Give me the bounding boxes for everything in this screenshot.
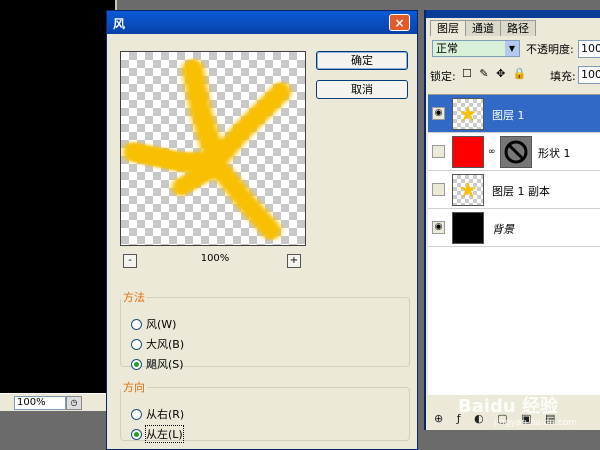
link-icon: ∞ (488, 147, 496, 157)
layer-thumbnail (452, 174, 484, 206)
radio-from-right[interactable] (131, 408, 142, 420)
layer-row[interactable]: ◉ 图层 1 (428, 95, 600, 133)
layer-name: 背景 (492, 223, 514, 236)
zoom-out-button[interactable]: - (123, 254, 137, 268)
status-menu-icon[interactable]: ◷ (66, 396, 82, 410)
lock-icons[interactable]: ☐ ✎ ✥ 🔒 (462, 67, 528, 80)
document-zoom-field[interactable]: 100% (14, 396, 66, 410)
close-button[interactable]: × (389, 14, 410, 31)
layer-thumbnail (452, 98, 484, 130)
watermark: Baidu 经验 (458, 396, 559, 417)
wind-star-preview (123, 59, 291, 240)
eye-icon[interactable] (432, 183, 445, 196)
eye-icon[interactable]: ◉ (432, 107, 445, 120)
zoom-in-button[interactable]: + (287, 254, 301, 268)
opacity-label: 不透明度: (526, 43, 574, 56)
no-symbol-icon (504, 140, 528, 164)
method-option-stagger[interactable]: 飓风(S) (131, 357, 184, 371)
layer-row[interactable]: 图层 1 副本 (428, 171, 600, 209)
radio-label-stagger: 飓风(S) (146, 358, 184, 371)
fill-field[interactable]: 100 (578, 66, 600, 84)
fill-label: 填充: (550, 70, 576, 83)
layer-name: 图层 1 副本 (492, 185, 550, 198)
preview-zoom-percent: 100% (200, 253, 230, 264)
lock-label: 锁定: (430, 70, 456, 83)
document-status-bar: 100% ◷ (0, 393, 112, 411)
layers-panel: 图层 通道 路径 正常 ▼ 不透明度: 100 锁定: ☐ ✎ ✥ 🔒 填充: … (424, 10, 600, 430)
eye-icon[interactable] (432, 145, 445, 158)
layer-row[interactable]: ∞ 形状 1 (428, 133, 600, 171)
radio-label-from-right: 从右(R) (146, 408, 185, 421)
filter-preview[interactable] (120, 51, 306, 246)
direction-option-right[interactable]: 从右(R) (131, 407, 184, 421)
color-fill-thumbnail (452, 136, 484, 168)
dialog-title: 风 (113, 17, 126, 31)
radio-blast[interactable] (131, 338, 142, 350)
radio-wind[interactable] (131, 318, 142, 330)
ok-button[interactable]: 确定 (316, 51, 408, 70)
radio-from-left[interactable] (131, 428, 142, 440)
chevron-down-icon[interactable]: ▼ (505, 41, 519, 56)
tab-paths[interactable]: 路径 (500, 20, 536, 36)
document-canvas[interactable] (0, 0, 117, 412)
blend-mode-select[interactable]: 正常 ▼ (432, 40, 520, 57)
tab-channels[interactable]: 通道 (465, 20, 501, 36)
cancel-button[interactable]: 取消 (316, 80, 408, 99)
layer-name: 形状 1 (538, 147, 571, 160)
dialog-titlebar[interactable]: 风 × (107, 11, 417, 34)
radio-stagger[interactable] (131, 358, 142, 370)
eye-icon[interactable]: ◉ (432, 221, 445, 234)
blend-mode-value: 正常 (436, 42, 458, 55)
radio-label-from-left: 从左(L) (145, 425, 184, 443)
wind-filter-dialog: 风 × 确定 取消 - 100% + 方法 风(W) 大风(B) 飓风(S) 方… (106, 10, 418, 450)
method-option-blast[interactable]: 大风(B) (131, 337, 184, 351)
direction-legend: 方向 (123, 381, 145, 394)
direction-option-left[interactable]: 从左(L) (131, 425, 184, 443)
star-icon (459, 181, 477, 198)
star-icon (459, 105, 477, 122)
layer-row[interactable]: ◉ 背景 (428, 209, 600, 247)
method-legend: 方法 (123, 291, 145, 304)
layers-list: ◉ 图层 1 ∞ 形状 1 图层 1 副本 ◉ 背景 (428, 94, 600, 395)
radio-label-wind: 风(W) (146, 318, 177, 331)
layer-name: 图层 1 (492, 109, 525, 122)
method-group: 方法 风(W) 大风(B) 飓风(S) (120, 289, 410, 371)
workspace-background (0, 410, 112, 450)
vector-mask-thumbnail (500, 136, 532, 168)
watermark-url: jingyan.baidu.com (494, 418, 578, 428)
radio-label-blast: 大风(B) (146, 338, 185, 351)
tab-layers[interactable]: 图层 (430, 20, 466, 36)
panel-header[interactable] (426, 10, 600, 18)
layer-thumbnail (452, 212, 484, 244)
method-option-wind[interactable]: 风(W) (131, 317, 176, 331)
panel-tabs: 图层 通道 路径 (430, 20, 536, 36)
direction-group: 方向 从右(R) 从左(L) (120, 379, 410, 443)
opacity-field[interactable]: 100 (578, 40, 600, 58)
